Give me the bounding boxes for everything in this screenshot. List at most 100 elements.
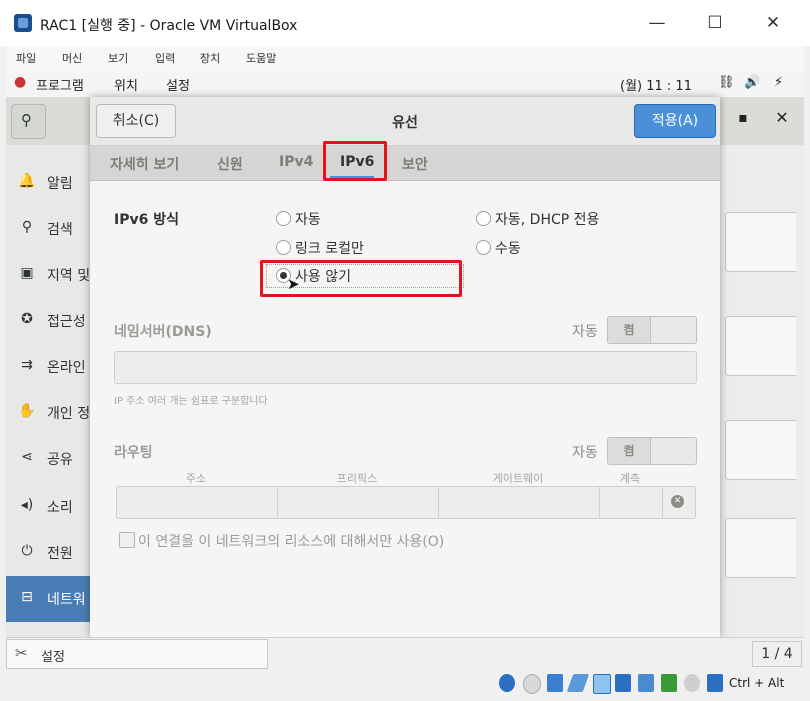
window-title: RAC1 [실행 중] - Oracle VM VirtualBox [40, 18, 298, 34]
settings-app-menu[interactable]: 설정 [166, 75, 190, 94]
only-local-checkbox[interactable] [119, 532, 135, 548]
network-frame [725, 212, 796, 272]
dialog-title: 유선 [392, 115, 418, 131]
sidebar-item-label: 온라인 [47, 360, 86, 376]
tab-security[interactable]: 보안 [402, 154, 428, 174]
optical-drive-icon[interactable] [523, 674, 541, 694]
sidebar-item-region[interactable]: ▣ 지역 및 [6, 252, 90, 298]
menu-help[interactable]: 도움말 [246, 50, 276, 66]
volume-icon[interactable]: 🔊 [744, 75, 760, 90]
taskbar-settings-label: 설정 [41, 650, 65, 665]
highlight-box [323, 141, 387, 181]
sidebar-item-notifications[interactable]: 🔔 알림 [6, 160, 90, 206]
sidebar-item-label: 알림 [47, 176, 73, 192]
sidebar-item-online-accounts[interactable]: ⇉ 온라인 [6, 344, 90, 390]
cpu-icon[interactable] [684, 674, 700, 692]
sidebar-item-label: 개인 정 [47, 406, 90, 422]
online-accounts-icon: ⇉ [21, 357, 33, 373]
host-key-label: Ctrl + Alt [729, 676, 785, 690]
column-header-gateway: 게이트웨이 [492, 472, 544, 485]
clock[interactable]: (월) 11 : 11 [620, 75, 692, 94]
switch-on-label: 켬 [608, 438, 651, 464]
apply-button[interactable]: 적용(A) [634, 104, 716, 138]
tab-bar: 자세히 보기 신원 IPv4 IPv6 보안 [90, 146, 720, 181]
sidebar-item-label: 지역 및 [47, 268, 90, 284]
hard-disk-icon[interactable] [499, 674, 515, 692]
network-frame [725, 316, 796, 376]
power-icon: ⏻ [21, 543, 33, 559]
places-menu[interactable]: 위치 [114, 75, 138, 94]
bell-icon: 🔔 [18, 173, 36, 189]
mouse-integration-icon[interactable] [707, 674, 723, 692]
dns-input[interactable] [114, 351, 697, 384]
radio-auto[interactable] [276, 211, 291, 226]
routes-auto-switch[interactable]: 켬 [607, 437, 697, 465]
maximize-button[interactable]: ☐ [692, 8, 738, 38]
fedora-logo-icon: ● [14, 74, 27, 90]
tools-icon: ✂ [15, 644, 28, 662]
network-status-icon[interactable]: ⛓ [718, 75, 735, 90]
taskbar-settings-item[interactable]: ✂ 설정 [6, 639, 268, 669]
radio-link-local[interactable] [276, 240, 291, 255]
route-metric-input[interactable] [600, 487, 663, 518]
accessibility-icon: ✪ [21, 311, 33, 327]
menu-file[interactable]: 파일 [16, 50, 36, 66]
radio-manual[interactable] [476, 240, 491, 255]
tab-ipv4[interactable]: IPv4 [279, 154, 313, 170]
sidebar-item-network[interactable]: ⊟ 네트워 [6, 576, 90, 622]
search-icon: ⚲ [21, 111, 32, 129]
only-local-label: 이 연결을 이 네트워크의 리소스에 대해서만 사용(O) [138, 534, 445, 550]
route-address-input[interactable] [117, 487, 278, 518]
route-prefix-input[interactable] [278, 487, 439, 518]
dns-auto-label: 자동 [572, 324, 598, 340]
settings-minimize-icon[interactable]: ▪ [733, 110, 753, 130]
vbox-menubar: 파일 머신 보기 입력 장치 도움말 [0, 46, 810, 70]
gnome-topbar: ● 프로그램 위치 설정 (월) 11 : 11 ⛓ 🔊 ⚡ [6, 70, 804, 98]
sidebar-item-accessibility[interactable]: ✪ 접근성 [6, 298, 90, 344]
programs-menu[interactable]: 프로그램 [36, 75, 84, 94]
recording-icon[interactable] [661, 674, 677, 692]
usb-icon[interactable] [593, 674, 611, 694]
column-header-metric: 계측 [619, 472, 641, 485]
dns-auto-switch[interactable]: 켬 [607, 316, 697, 344]
radio-auto-dhcp-label: 자동, DHCP 전용 [495, 212, 600, 228]
switch-on-label: 켬 [608, 317, 651, 343]
tab-details[interactable]: 자세히 보기 [110, 154, 179, 174]
sidebar-item-label: 접근성 [47, 314, 86, 330]
audio-icon[interactable] [547, 674, 563, 692]
mouse-cursor-icon: ➤ [287, 275, 300, 293]
menu-devices[interactable]: 장치 [200, 50, 220, 66]
camera-icon: ▣ [20, 265, 34, 281]
wired-connection-dialog: 취소(C) 유선 적용(A) 자세히 보기 신원 IPv4 IPv6 보안 IP… [90, 97, 720, 637]
settings-close-icon[interactable]: ✕ [772, 108, 792, 128]
sidebar-item-sharing[interactable]: ⋖ 공유 [6, 436, 90, 482]
sidebar-item-privacy[interactable]: ✋ 개인 정 [6, 390, 90, 436]
minimize-button[interactable]: — [634, 8, 680, 38]
route-gateway-input[interactable] [439, 487, 600, 518]
close-button[interactable]: ✕ [750, 8, 796, 38]
remove-route-icon[interactable]: ✕ [671, 495, 684, 508]
column-header-address: 주소 [185, 472, 207, 485]
menu-view[interactable]: 보기 [108, 50, 128, 66]
radio-auto-dhcp[interactable] [476, 211, 491, 226]
search-button[interactable]: ⚲ [11, 104, 46, 139]
network-frame [725, 518, 796, 578]
workspace-indicator[interactable]: 1 / 4 [752, 641, 802, 667]
menu-input[interactable]: 입력 [155, 50, 175, 66]
display-icon[interactable] [638, 674, 654, 692]
sidebar-item-search[interactable]: ⚲ 검색 [6, 206, 90, 252]
sidebar-item-power[interactable]: ⏻ 전원 [6, 530, 90, 576]
radio-manual-label: 수동 [495, 241, 521, 257]
sidebar-item-label: 검색 [47, 222, 73, 238]
routes-auto-label: 자동 [572, 445, 598, 461]
shared-folders-icon[interactable] [615, 674, 631, 692]
share-icon: ⋖ [21, 449, 33, 465]
sidebar-item-label: 전원 [47, 546, 73, 562]
network-icon: ⊟ [21, 589, 33, 605]
tab-identity[interactable]: 신원 [217, 154, 243, 174]
menu-machine[interactable]: 머신 [62, 50, 82, 66]
sidebar-item-sound[interactable]: ◂) 소리 [6, 484, 90, 530]
virtualbox-app-icon [14, 14, 32, 32]
battery-icon[interactable]: ⚡ [774, 75, 783, 90]
search-icon: ⚲ [21, 219, 33, 235]
